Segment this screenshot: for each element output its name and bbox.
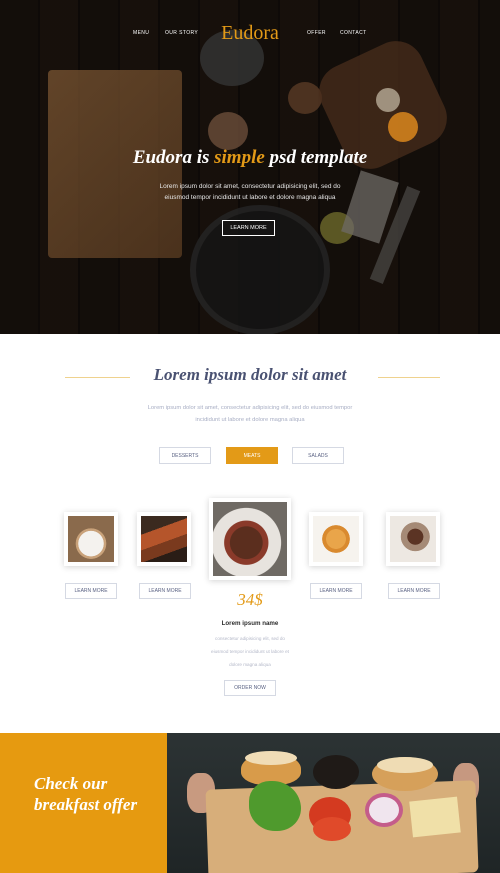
hero-title-end: psd template bbox=[264, 147, 368, 168]
featured-item-description: consectetur adipisicing elit, sed do eiu… bbox=[211, 636, 289, 667]
card-image-meat-on-fork[interactable] bbox=[386, 512, 440, 566]
onion-decor bbox=[365, 793, 403, 827]
featured-item-name: Lorem ipsum name bbox=[221, 620, 279, 627]
bun-top-decor bbox=[377, 757, 433, 773]
logo: Eudora bbox=[221, 22, 279, 44]
spice-bowl-decor bbox=[288, 82, 322, 114]
nav-link-our-story[interactable]: OUR STORY bbox=[165, 30, 198, 36]
hero-description: Lorem ipsum dolor sit amet, consectetur … bbox=[159, 183, 341, 201]
bun-top-decor bbox=[245, 751, 297, 765]
tomato-decor bbox=[313, 817, 351, 841]
card-image-grilled-skewers[interactable] bbox=[137, 512, 191, 566]
main-nav: MENU OUR STORY Eudora OFFER CONTACT bbox=[0, 22, 500, 46]
hero-learn-more-button[interactable]: LEARN MORE bbox=[222, 220, 275, 236]
meat-on-fork-image bbox=[390, 516, 436, 562]
hero-section: MENU OUR STORY Eudora OFFER CONTACT Eudo… bbox=[0, 0, 500, 334]
orange-decor bbox=[388, 112, 418, 142]
cheese-decor bbox=[409, 796, 461, 838]
breakfast-title: Check our breakfast offer bbox=[34, 774, 138, 814]
section-title: Lorem ipsum dolor sit amet bbox=[153, 365, 347, 384]
spice-bowl-decor bbox=[208, 112, 248, 150]
patty-decor bbox=[313, 755, 359, 789]
steak-asparagus-image bbox=[213, 502, 287, 576]
plated-dish-image bbox=[68, 516, 114, 562]
hero-title-accent: simple bbox=[214, 147, 265, 168]
nav-link-menu[interactable]: MENU bbox=[133, 30, 149, 36]
hero-title: Eudora is simple psd template bbox=[0, 147, 500, 169]
card-image-plated-dish[interactable] bbox=[64, 512, 118, 566]
order-now-button[interactable]: ORDER NOW bbox=[224, 680, 276, 696]
tab-desserts[interactable]: DESSERTS bbox=[159, 447, 211, 464]
nav-link-offer[interactable]: OFFER bbox=[307, 30, 326, 36]
nav-link-contact[interactable]: CONTACT bbox=[340, 30, 367, 36]
pizza-image bbox=[313, 516, 359, 562]
garlic-decor bbox=[376, 88, 400, 112]
featured-price: 34$ bbox=[237, 590, 263, 609]
hero-title-start: Eudora is bbox=[132, 147, 215, 168]
breakfast-image bbox=[167, 733, 500, 873]
section-description: Lorem ipsum dolor sit amet, consectetur … bbox=[147, 405, 353, 423]
card-image-pizza[interactable] bbox=[309, 512, 363, 566]
grilled-skewers-image bbox=[141, 516, 187, 562]
tab-meats[interactable]: MEATS bbox=[226, 447, 278, 464]
tab-salads[interactable]: SALADS bbox=[292, 447, 344, 464]
card-image-steak-asparagus[interactable] bbox=[209, 498, 291, 580]
